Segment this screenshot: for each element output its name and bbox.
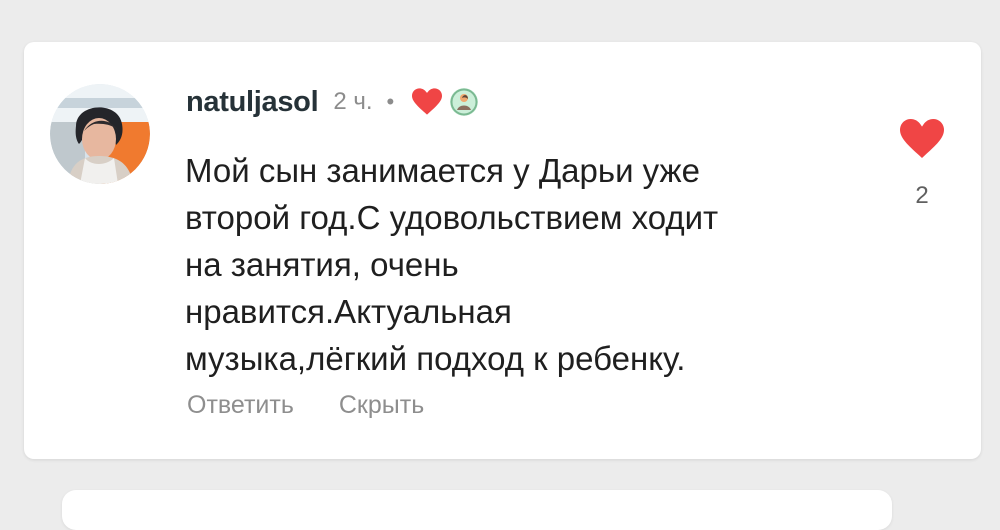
heart-icon <box>412 88 443 116</box>
comment-text: Мой сын занимается у Дарьи уже второй го… <box>185 152 719 377</box>
next-comment-card <box>62 490 892 530</box>
author-avatar-icon <box>450 88 479 116</box>
reply-button[interactable]: Ответить <box>187 390 294 420</box>
username[interactable]: natuljasol <box>186 86 319 119</box>
like-heart-icon[interactable] <box>900 119 944 159</box>
like-count: 2 <box>915 182 929 209</box>
comment-header: natuljasol 2 ч. • <box>186 84 479 120</box>
user-avatar[interactable] <box>50 84 150 184</box>
hide-button[interactable]: Скрыть <box>339 390 424 420</box>
separator-dot: • <box>386 89 395 114</box>
comment-actions: Ответить Скрыть <box>187 390 424 420</box>
like-control: 2 <box>894 119 950 211</box>
comment-time: 2 ч. <box>333 88 373 115</box>
